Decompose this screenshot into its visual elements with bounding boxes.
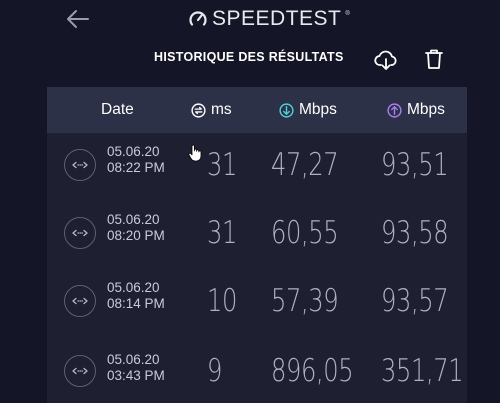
logo-text: SPEEDTEST (212, 7, 342, 30)
column-header-download[interactable]: Mbps (279, 87, 337, 133)
table-header: Date ms Mbps Mbps (47, 87, 467, 133)
result-date-time: 03:43 PM (107, 368, 165, 383)
result-download: 47,27 (271, 147, 339, 183)
connection-type-icon (64, 149, 96, 181)
column-header-date-label: Date (101, 101, 134, 118)
hand-cursor-icon (188, 144, 202, 162)
download-arrow-icon (279, 102, 294, 118)
result-upload: 351,71 (381, 353, 464, 389)
result-date: 05.06.20 08:14 PM (107, 280, 165, 312)
column-header-ping-label: ms (211, 101, 232, 118)
result-download: 60,55 (271, 215, 339, 251)
result-date: 05.06.20 08:20 PM (107, 212, 165, 244)
result-ping: 31 (207, 147, 237, 183)
result-download: 57,39 (271, 283, 339, 319)
connection-type-icon (64, 355, 96, 387)
result-upload: 93,57 (381, 283, 449, 319)
result-ping: 9 (207, 353, 223, 389)
column-header-upload-label: Mbps (407, 101, 445, 118)
column-header-download-label: Mbps (299, 101, 337, 118)
connection-type-icon (64, 285, 96, 317)
result-row[interactable]: 05.06.20 03:43 PM 9 896,05 351,71 (47, 343, 467, 403)
result-date-day: 05.06.20 (107, 212, 160, 227)
column-header-date[interactable]: Date (101, 87, 134, 133)
connection-type-icon (64, 217, 96, 249)
result-date-time: 08:14 PM (107, 296, 165, 311)
result-ping: 31 (207, 215, 237, 251)
cloud-download-button[interactable] (373, 47, 399, 73)
speedtest-logo: SPEEDTEST ® (188, 8, 350, 30)
back-button[interactable] (64, 6, 92, 32)
result-row[interactable]: 05.06.20 08:22 PM 31 47,27 93,51 (47, 133, 467, 203)
column-header-ping[interactable]: ms (191, 87, 232, 133)
results-table: Date ms Mbps Mbps 05.06.20 08:22 PM 31 4… (47, 87, 467, 403)
result-row[interactable]: 05.06.20 08:14 PM 10 57,39 93,57 (47, 273, 467, 343)
logo-trademark: ® (345, 11, 350, 17)
gauge-icon (189, 11, 207, 26)
result-ping: 10 (207, 283, 237, 319)
trash-icon (425, 49, 443, 69)
cloud-download-icon (374, 50, 397, 70)
back-arrow-icon (67, 10, 89, 28)
delete-button[interactable] (421, 46, 447, 72)
ping-icon (191, 102, 206, 118)
speedtest-results-screen: SPEEDTEST ® HISTORIQUE DES RÉSULTATS Dat… (0, 0, 500, 403)
result-date-time: 08:22 PM (107, 160, 165, 175)
result-row[interactable]: 05.06.20 08:20 PM 31 60,55 93,58 (47, 203, 467, 273)
result-date-day: 05.06.20 (107, 352, 160, 367)
result-date: 05.06.20 08:22 PM (107, 144, 165, 176)
upload-arrow-icon (387, 102, 402, 118)
result-download: 896,05 (271, 353, 354, 389)
result-date-day: 05.06.20 (107, 280, 160, 295)
result-date-day: 05.06.20 (107, 144, 160, 159)
column-header-upload[interactable]: Mbps (387, 87, 445, 133)
result-upload: 93,58 (381, 215, 449, 251)
result-date-time: 08:20 PM (107, 228, 165, 243)
page-title: HISTORIQUE DES RÉSULTATS (154, 50, 344, 64)
result-upload: 93,51 (381, 147, 449, 183)
result-date: 05.06.20 03:43 PM (107, 352, 165, 384)
